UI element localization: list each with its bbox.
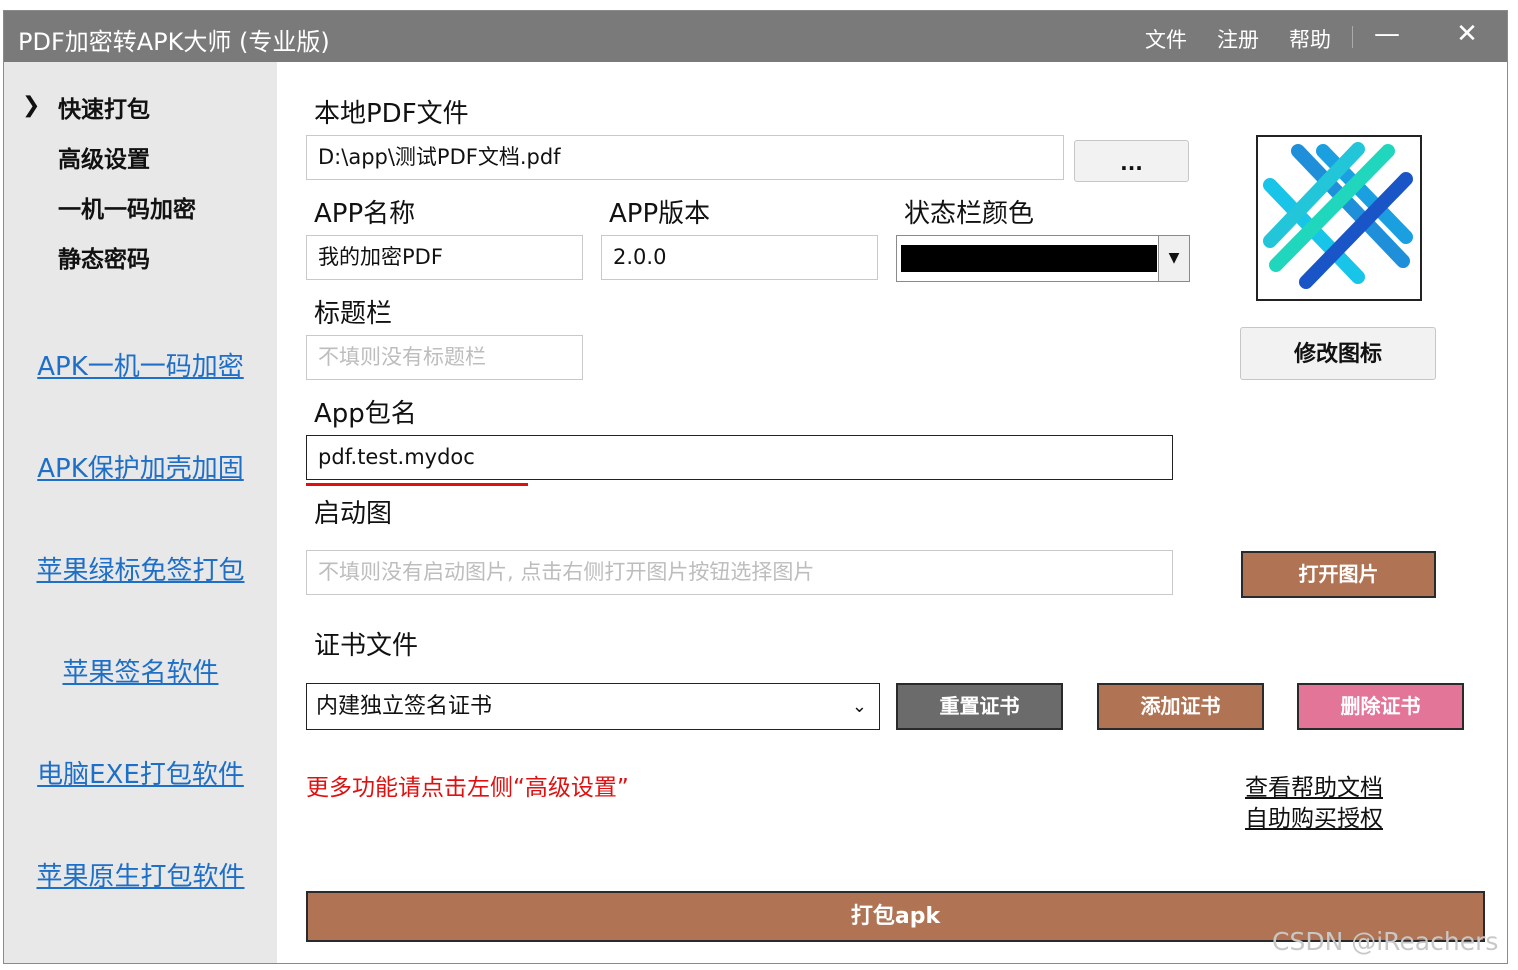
- app-logo-icon: [1263, 142, 1413, 289]
- advanced-settings-hint: 更多功能请点击左侧“高级设置”: [306, 775, 629, 801]
- delete-cert-button[interactable]: 删除证书: [1297, 683, 1464, 730]
- close-button[interactable]: ✕: [1447, 19, 1487, 49]
- link-apple-native[interactable]: 苹果原生打包软件: [4, 856, 277, 893]
- status-color-select[interactable]: ▼: [896, 235, 1190, 282]
- buy-license-link[interactable]: 自助购买授权: [1245, 799, 1383, 833]
- app-name-input[interactable]: 我的加密PDF: [306, 235, 583, 280]
- chevron-down-icon[interactable]: ▼: [1158, 236, 1189, 281]
- chevron-down-icon: ⌄: [851, 696, 867, 717]
- browse-button[interactable]: ...: [1074, 140, 1189, 182]
- sidebar-item-advanced-settings[interactable]: 高级设置: [58, 140, 150, 174]
- package-highlight-underline: [306, 483, 528, 486]
- cert-select[interactable]: 内建独立签名证书 ⌄: [306, 683, 880, 730]
- status-color-label: 状态栏颜色: [904, 199, 1035, 229]
- cert-select-value: 内建独立签名证书: [316, 694, 493, 719]
- splash-input[interactable]: 不填则没有启动图片, 点击右侧打开图片按钮选择图片: [306, 550, 1173, 595]
- link-apk-protection[interactable]: APK保护加壳加固: [4, 448, 277, 485]
- active-chevron-icon: ❯: [22, 93, 41, 118]
- watermark: CSDN @iReachers: [1272, 927, 1499, 956]
- link-apple-greenmark[interactable]: 苹果绿标免签打包: [4, 550, 277, 587]
- sidebar-item-static-password[interactable]: 静态密码: [58, 240, 150, 274]
- change-icon-button[interactable]: 修改图标: [1240, 327, 1436, 380]
- help-doc-link[interactable]: 查看帮助文档: [1245, 768, 1383, 802]
- cert-label: 证书文件: [314, 631, 419, 661]
- splash-label: 启动图: [314, 499, 393, 529]
- menu-help[interactable]: 帮助: [1289, 24, 1331, 54]
- minimize-button[interactable]: —: [1367, 19, 1407, 49]
- sidebar-item-quick-pack[interactable]: 快速打包: [58, 90, 150, 124]
- link-apple-sign[interactable]: 苹果签名软件: [4, 652, 277, 689]
- app-window: PDF加密转APK大师 (专业版) 文件 注册 帮助 — ✕ ❯ 快速打包 高级…: [3, 10, 1508, 964]
- package-input[interactable]: pdf.test.mydoc: [306, 435, 1173, 480]
- add-cert-button[interactable]: 添加证书: [1097, 683, 1264, 730]
- package-label: App包名: [314, 399, 417, 429]
- open-image-button[interactable]: 打开图片: [1241, 551, 1436, 598]
- menu-register[interactable]: 注册: [1217, 24, 1259, 54]
- reset-cert-button[interactable]: 重置证书: [896, 683, 1063, 730]
- app-name-label: APP名称: [314, 199, 416, 229]
- title-bar-label: 标题栏: [314, 299, 393, 329]
- app-version-input[interactable]: 2.0.0: [601, 235, 878, 280]
- title-bar: PDF加密转APK大师 (专业版) 文件 注册 帮助 — ✕: [4, 11, 1507, 62]
- local-pdf-label: 本地PDF文件: [314, 99, 469, 129]
- window-title: PDF加密转APK大师 (专业版): [18, 28, 330, 56]
- app-icon-preview: [1256, 135, 1422, 301]
- titlebar-divider: [1352, 26, 1353, 48]
- sidebar-item-device-encryption[interactable]: 一机一码加密: [58, 190, 196, 224]
- menu-file[interactable]: 文件: [1145, 24, 1187, 54]
- title-bar-input[interactable]: 不填则没有标题栏: [306, 335, 583, 380]
- link-apk-device-encryption[interactable]: APK一机一码加密: [4, 346, 277, 383]
- local-pdf-input[interactable]: D:\app\测试PDF文档.pdf: [306, 135, 1064, 180]
- status-color-swatch: [901, 245, 1157, 272]
- link-exe-packer[interactable]: 电脑EXE打包软件: [4, 754, 277, 791]
- app-version-label: APP版本: [609, 199, 711, 229]
- sidebar: ❯ 快速打包 高级设置 一机一码加密 静态密码 APK一机一码加密 APK保护加…: [4, 62, 277, 963]
